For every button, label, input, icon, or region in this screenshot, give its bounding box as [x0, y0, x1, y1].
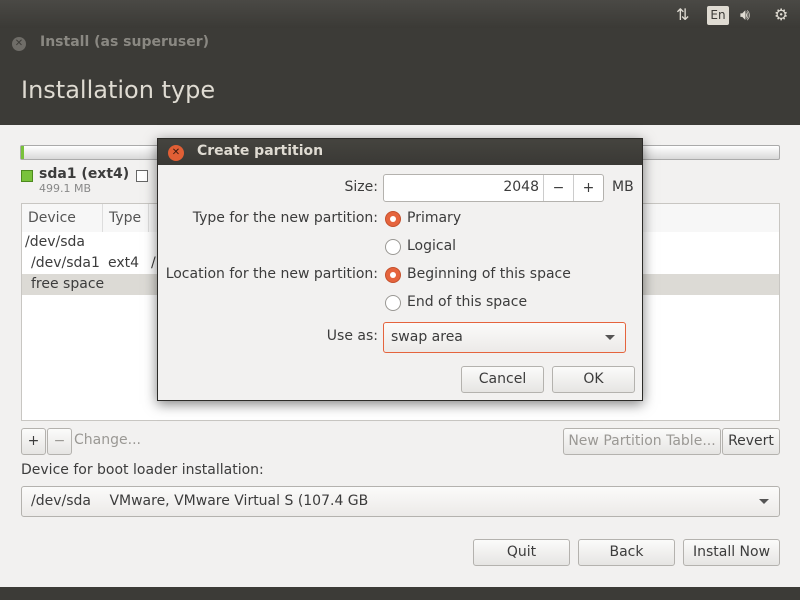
- use-as-select[interactable]: swap area: [383, 322, 626, 353]
- gear-icon[interactable]: ⚙: [774, 5, 788, 24]
- cell-device: /dev/sda: [25, 234, 85, 250]
- beginning-label[interactable]: Beginning of this space: [407, 266, 571, 282]
- network-arrows-icon[interactable]: ⇅: [676, 5, 689, 24]
- radio-end[interactable]: [385, 295, 401, 311]
- use-as-label: Use as:: [326, 328, 378, 344]
- increment-button[interactable]: +: [573, 175, 603, 201]
- ok-button[interactable]: OK: [552, 366, 635, 393]
- radio-logical[interactable]: [385, 239, 401, 255]
- legend-size: 499.1 MB: [39, 182, 92, 195]
- col-device[interactable]: Device: [22, 204, 103, 232]
- create-partition-dialog: ✕ Create partition Size: 2048 − + MB Typ…: [157, 138, 643, 401]
- radio-primary[interactable]: [385, 211, 401, 227]
- size-value: 2048: [503, 179, 539, 195]
- remove-partition-button[interactable]: −: [47, 428, 72, 455]
- size-unit: MB: [612, 179, 634, 195]
- logical-label[interactable]: Logical: [407, 238, 456, 254]
- install-now-button[interactable]: Install Now: [683, 539, 780, 566]
- legend-name: sda1 (ext4): [39, 166, 130, 182]
- size-input[interactable]: 2048 − +: [383, 174, 604, 202]
- use-as-value: swap area: [391, 329, 463, 345]
- boot-loader-select[interactable]: /dev/sda VMware, VMware Virtual S (107.4…: [21, 486, 780, 517]
- location-label: Location for the new partition:: [165, 266, 378, 282]
- speaker-icon[interactable]: 🔊︎: [740, 5, 750, 25]
- primary-label[interactable]: Primary: [407, 210, 461, 226]
- dialog-title: Create partition: [197, 143, 324, 159]
- cell-device: /dev/sda1: [31, 255, 100, 271]
- cell-type: ext4: [108, 255, 140, 271]
- chevron-down-icon: [605, 335, 615, 340]
- cell-mount: /: [151, 255, 156, 271]
- close-icon[interactable]: ✕: [12, 37, 26, 51]
- window-title: Install (as superuser): [40, 34, 209, 50]
- revert-button[interactable]: Revert: [722, 428, 780, 455]
- legend-swatch-free: [136, 170, 148, 182]
- quit-button[interactable]: Quit: [473, 539, 570, 566]
- boot-loader-label: Device for boot loader installation:: [21, 462, 264, 478]
- chevron-down-icon: [759, 499, 769, 504]
- cell-device: free space: [31, 276, 105, 292]
- bottom-bar: [0, 587, 800, 600]
- size-label: Size:: [344, 179, 378, 195]
- close-icon[interactable]: ✕: [168, 145, 184, 161]
- back-button[interactable]: Back: [578, 539, 675, 566]
- col-type[interactable]: Type: [103, 204, 149, 232]
- type-label: Type for the new partition:: [192, 210, 378, 226]
- legend-swatch: [21, 170, 33, 182]
- end-label[interactable]: End of this space: [407, 294, 527, 310]
- boot-device: /dev/sda: [31, 493, 91, 509]
- radio-beginning[interactable]: [385, 267, 401, 283]
- keyboard-indicator[interactable]: En: [707, 6, 729, 25]
- add-partition-button[interactable]: +: [21, 428, 46, 455]
- cancel-button[interactable]: Cancel: [461, 366, 544, 393]
- decrement-button[interactable]: −: [543, 175, 573, 201]
- new-partition-table-button[interactable]: New Partition Table...: [563, 428, 721, 455]
- page-title: Installation type: [21, 76, 216, 104]
- boot-device-desc: VMware, VMware Virtual S (107.4 GB: [109, 493, 369, 509]
- change-button[interactable]: Change...: [72, 428, 143, 455]
